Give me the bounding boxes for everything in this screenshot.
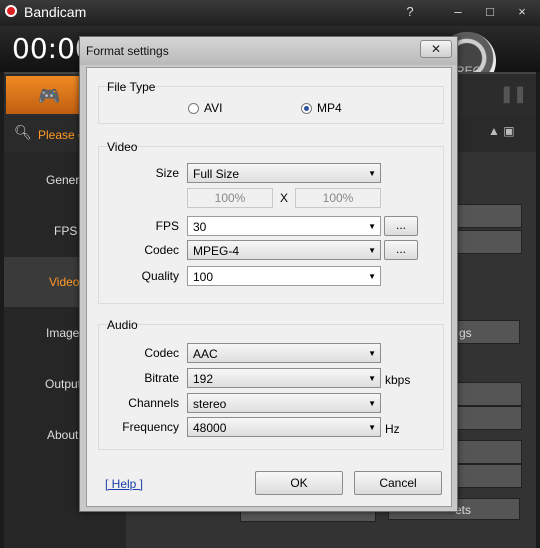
- quality-value: 100: [193, 270, 214, 284]
- pause-icon[interactable]: ❚❚: [500, 84, 527, 104]
- size-label: Size: [155, 166, 179, 180]
- mp4-radio[interactable]: [301, 103, 312, 114]
- channels-dropdown[interactable]: stereo ▼: [187, 393, 381, 413]
- audio-heading: Audio: [107, 318, 138, 332]
- file-type-heading: File Type: [107, 80, 156, 94]
- content-field[interactable]: [456, 440, 522, 464]
- height-percent-field[interactable]: 100%: [295, 188, 381, 208]
- chevron-down-icon: ▼: [368, 423, 376, 432]
- help-link[interactable]: [ Help ]: [105, 477, 143, 491]
- maximize-button[interactable]: □: [478, 3, 502, 21]
- frequency-unit: Hz: [385, 422, 400, 436]
- audio-codec-dropdown[interactable]: AAC ▼: [187, 343, 381, 363]
- avi-label[interactable]: AVI: [204, 101, 222, 115]
- chevron-down-icon: ▼: [368, 374, 376, 383]
- bandicam-logo-icon: [5, 5, 17, 17]
- frequency-value: 48000: [193, 421, 227, 435]
- audio-codec-value: AAC: [193, 347, 218, 361]
- dialog-close-button[interactable]: ✕: [420, 40, 452, 58]
- bitrate-label: Bitrate: [144, 371, 179, 385]
- fps-value: 30: [193, 220, 207, 234]
- frequency-dropdown[interactable]: 48000 ▼: [187, 417, 381, 437]
- quality-combobox[interactable]: 100 ▼: [187, 266, 381, 286]
- size-dropdown[interactable]: Full Size ▼: [187, 163, 381, 183]
- fps-label: FPS: [155, 219, 179, 233]
- bitrate-dropdown[interactable]: 192 ▼: [187, 368, 381, 388]
- channels-label: Channels: [128, 396, 179, 410]
- chevron-down-icon: ▼: [368, 222, 376, 231]
- dialog-title: Format settings: [86, 44, 169, 58]
- content-field[interactable]: [456, 230, 522, 254]
- minimize-button[interactable]: –: [446, 3, 470, 21]
- chevron-down-icon: ▼: [368, 169, 376, 178]
- dialog-body: File Type AVI MP4 Video Size Full Size ▼…: [86, 67, 452, 507]
- collapse-icon[interactable]: ▲ ▣: [488, 124, 515, 138]
- chevron-down-icon: ▼: [368, 349, 376, 358]
- fps-combobox[interactable]: 30 ▼: [187, 216, 381, 236]
- mp4-label[interactable]: MP4: [317, 101, 342, 115]
- sidebar-item-label: About: [47, 428, 79, 442]
- video-codec-label: Codec: [144, 243, 179, 257]
- sidebar-item-label: Image: [46, 326, 80, 340]
- video-codec-value: MPEG-4: [193, 244, 240, 258]
- channels-value: stereo: [193, 397, 227, 411]
- content-field[interactable]: [456, 464, 522, 488]
- chevron-down-icon: ▼: [368, 246, 376, 255]
- ok-button[interactable]: OK: [255, 471, 343, 495]
- content-field[interactable]: [456, 382, 522, 406]
- sidebar-item-label: FPS: [54, 224, 78, 238]
- format-settings-dialog: Format settings ✕ File Type AVI MP4 Vide…: [79, 36, 458, 512]
- video-codec-more-button[interactable]: ...: [384, 240, 418, 260]
- chevron-down-icon: ▼: [368, 272, 376, 281]
- dimension-x-label: X: [280, 191, 289, 205]
- fps-more-button[interactable]: ...: [384, 216, 418, 236]
- gamepad-icon: 🎮: [38, 86, 61, 106]
- width-percent-field[interactable]: 100%: [187, 188, 273, 208]
- close-button[interactable]: ×: [510, 3, 534, 21]
- chevron-down-icon: ▼: [368, 399, 376, 408]
- content-field[interactable]: [456, 204, 522, 228]
- notice-text: Please c: [38, 128, 85, 142]
- quality-label: Quality: [141, 269, 179, 283]
- bitrate-value: 192: [193, 372, 214, 386]
- avi-radio[interactable]: [188, 103, 199, 114]
- video-heading: Video: [107, 140, 138, 154]
- help-button[interactable]: ?: [398, 3, 422, 21]
- audio-codec-label: Codec: [144, 346, 179, 360]
- sidebar-item-label: Video: [49, 275, 80, 289]
- search-icon: 🔍︎: [14, 124, 32, 140]
- app-title: Bandicam: [24, 4, 87, 20]
- size-value: Full Size: [193, 167, 240, 181]
- frequency-label: Frequency: [122, 420, 179, 434]
- video-codec-dropdown[interactable]: MPEG-4 ▼: [187, 240, 381, 260]
- bitrate-unit: kbps: [385, 373, 411, 387]
- settings-button[interactable]: gs: [456, 320, 520, 344]
- cancel-button[interactable]: Cancel: [354, 471, 442, 495]
- content-field[interactable]: [456, 406, 522, 430]
- sidebar-item-label: Output: [45, 377, 82, 391]
